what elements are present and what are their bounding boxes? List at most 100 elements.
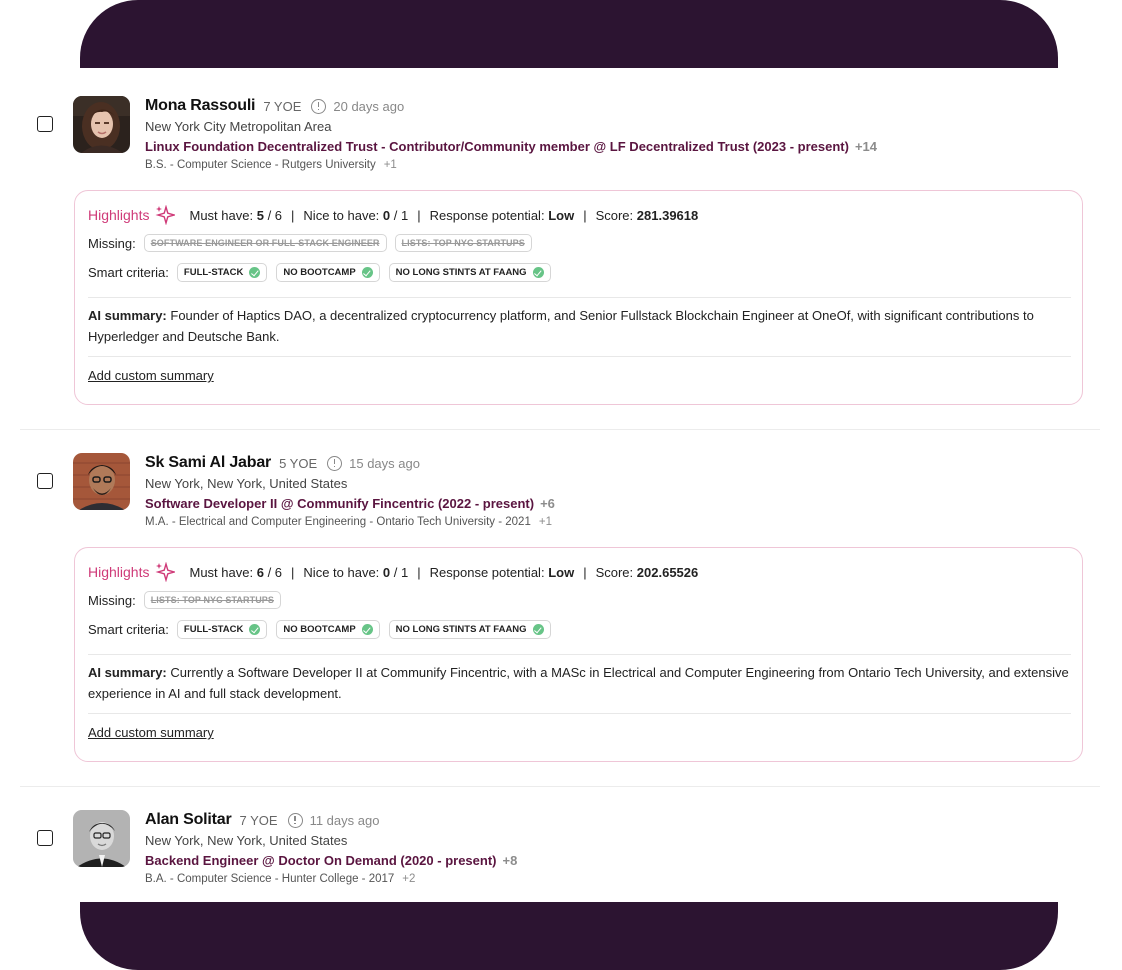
highlights-header: Highlights Must have: 5 / 6 | Nice to ha… (88, 205, 699, 225)
ai-summary-label: AI summary: (88, 665, 167, 680)
response-potential-value: Low (548, 564, 575, 580)
smart-criteria-label: Smart criteria: (88, 265, 169, 280)
location: New York, New York, United States (145, 476, 348, 491)
criteria-tag-label: NO BOOTCAMP (283, 624, 356, 635)
missing-row: Missing: SOFTWARE ENGINEER OR FULL-STACK… (88, 234, 540, 252)
current-role: Backend Engineer @ Doctor On Demand (202… (145, 853, 497, 868)
avatar-photo (73, 810, 130, 867)
highlights-title: Highlights (88, 207, 150, 223)
nice-to-have-total: / 1 (393, 564, 409, 580)
add-custom-summary-link[interactable]: Add custom summary (88, 725, 214, 740)
smart-criteria-row: Smart criteria: FULL-STACK NO BOOTCAMP N… (88, 263, 560, 282)
current-role: Linux Foundation Decentralized Trust - C… (145, 139, 849, 154)
candidate-info: Sk Sami Al Jabar 5 YOE 15 days ago New Y… (145, 453, 555, 531)
score-value: 202.65526 (636, 564, 699, 580)
missing-tag: SOFTWARE ENGINEER OR FULL-STACK ENGINEER (143, 234, 387, 252)
more-education-badge[interactable]: +2 (402, 873, 415, 885)
score-label: Score: (595, 207, 634, 223)
education: B.S. - Computer Science - Rutgers Univer… (145, 159, 376, 171)
avatar-photo (73, 453, 130, 510)
score-value: 281.39618 (636, 207, 699, 223)
must-have-label: Must have: (189, 564, 254, 580)
highlights-card: Highlights Must have: 6 / 6 | Nice to ha… (74, 547, 1083, 762)
last-active: 20 days ago (333, 98, 405, 114)
criteria-tag-label: FULL-STACK (183, 267, 244, 278)
bottom-dark-banner (80, 902, 1058, 970)
clock-icon (287, 812, 303, 828)
nice-to-have-value: 0 (382, 564, 391, 580)
criteria-tag: NO LONG STINTS AT FAANG (388, 263, 551, 282)
highlights-header: Highlights Must have: 6 / 6 | Nice to ha… (88, 562, 699, 582)
avatar[interactable] (73, 96, 130, 153)
select-checkbox[interactable] (37, 473, 53, 489)
yoe-label: 7 YOE (239, 812, 278, 828)
criteria-tag-label: FULL-STACK (183, 624, 244, 635)
must-have-label: Must have: (189, 207, 254, 223)
ai-summary-label: AI summary: (88, 308, 167, 323)
candidate-separator (20, 786, 1100, 787)
check-circle-icon (249, 624, 261, 635)
divider (88, 713, 1071, 714)
response-potential-label: Response potential: (429, 564, 545, 580)
more-roles-badge[interactable]: +14 (855, 139, 877, 154)
criteria-tag-label: NO BOOTCAMP (283, 267, 356, 278)
check-circle-icon (532, 624, 544, 635)
more-education-badge[interactable]: +1 (539, 516, 552, 528)
criteria-tag: NO BOOTCAMP (276, 263, 380, 282)
more-roles-badge[interactable]: +8 (502, 853, 517, 868)
nice-to-have-value: 0 (382, 207, 391, 223)
must-have-total: / 6 (267, 564, 283, 580)
nice-to-have-total: / 1 (393, 207, 409, 223)
top-dark-banner (80, 0, 1058, 68)
candidate-name[interactable]: Sk Sami Al Jabar (145, 454, 271, 472)
criteria-tag: FULL-STACK (176, 620, 268, 639)
criteria-tag-label: NO LONG STINTS AT FAANG (395, 624, 527, 635)
missing-tag: LISTS: TOP NYC STARTUPS (143, 591, 281, 609)
check-circle-icon (361, 267, 373, 278)
ai-summary: AI summary: Founder of Haptics DAO, a de… (88, 305, 1073, 347)
divider (88, 297, 1071, 298)
divider (88, 356, 1071, 357)
highlights-card: Highlights Must have: 5 / 6 | Nice to ha… (74, 190, 1083, 405)
avatar[interactable] (73, 810, 130, 867)
clock-icon (311, 98, 327, 114)
check-circle-icon (361, 624, 373, 635)
last-active: 15 days ago (349, 455, 420, 471)
smart-criteria-row: Smart criteria: FULL-STACK NO BOOTCAMP N… (88, 620, 560, 639)
candidate-separator (20, 429, 1100, 430)
response-potential-label: Response potential: (429, 207, 545, 223)
more-education-badge[interactable]: +1 (384, 159, 397, 171)
missing-label: Missing: (88, 592, 136, 608)
more-roles-badge[interactable]: +6 (540, 496, 555, 511)
smart-criteria-label: Smart criteria: (88, 622, 169, 637)
nice-to-have-label: Nice to have: (303, 564, 380, 580)
candidate-info: Alan Solitar 7 YOE 11 days ago New York,… (145, 810, 517, 888)
current-role: Software Developer II @ Communify Fincen… (145, 496, 535, 511)
add-custom-summary-link[interactable]: Add custom summary (88, 368, 214, 383)
criteria-tag: NO BOOTCAMP (276, 620, 380, 639)
check-circle-icon (532, 267, 544, 278)
highlights-title: Highlights (88, 564, 150, 580)
criteria-tag-label: NO LONG STINTS AT FAANG (395, 267, 527, 278)
clock-icon (327, 455, 343, 471)
location: New York City Metropolitan Area (145, 119, 332, 134)
criteria-tag: NO LONG STINTS AT FAANG (388, 620, 551, 639)
response-potential-value: Low (548, 207, 575, 223)
must-have-value: 6 (256, 564, 264, 580)
sparkle-icon (155, 562, 176, 582)
last-active: 11 days ago (309, 812, 380, 828)
ai-summary-text: Currently a Software Developer II at Com… (88, 665, 1069, 701)
candidate-name[interactable]: Alan Solitar (145, 811, 232, 829)
candidate-info: Mona Rassouli 7 YOE 20 days ago New York… (145, 96, 877, 174)
avatar-photo (73, 96, 130, 153)
criteria-tag: FULL-STACK (176, 263, 268, 282)
yoe-label: 7 YOE (263, 98, 302, 114)
avatar[interactable] (73, 453, 130, 510)
yoe-label: 5 YOE (279, 455, 318, 471)
score-label: Score: (595, 564, 634, 580)
select-checkbox[interactable] (37, 830, 53, 846)
missing-tag: LISTS: TOP NYC STARTUPS (394, 234, 532, 252)
candidate-name[interactable]: Mona Rassouli (145, 97, 256, 115)
select-checkbox[interactable] (37, 116, 53, 132)
must-have-total: / 6 (267, 207, 283, 223)
